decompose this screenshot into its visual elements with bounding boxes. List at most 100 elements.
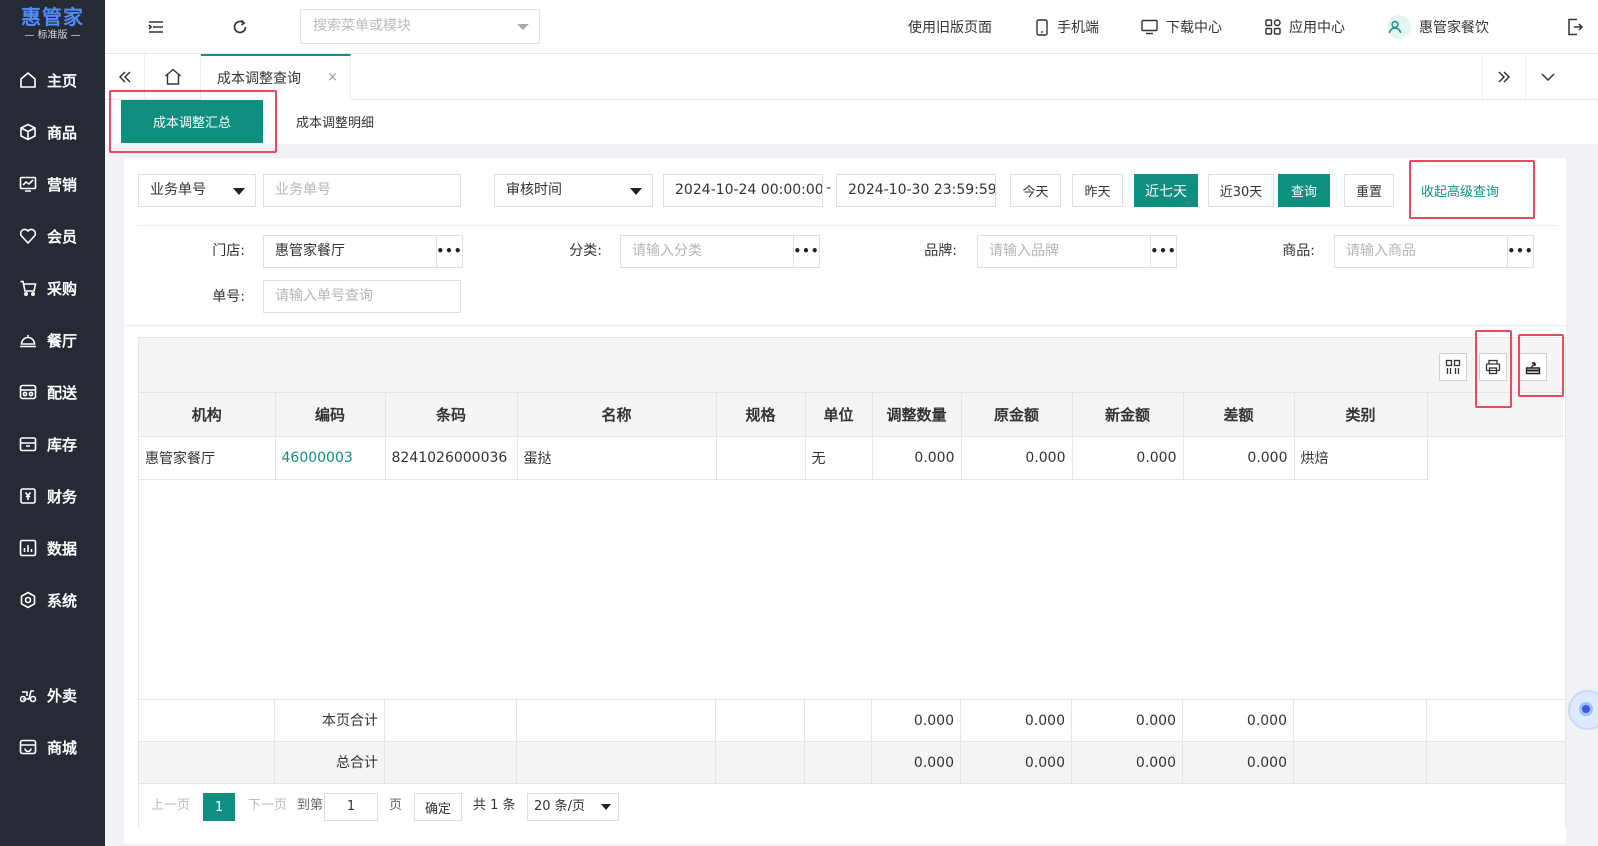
last-seven-days-button[interactable]: 近七天 [1134,174,1198,207]
export-button[interactable] [1519,353,1547,381]
reset-button[interactable]: 重置 [1344,174,1394,207]
tabs-scroll-right-button[interactable] [1482,54,1524,99]
col-header-new-amount[interactable]: 新金额 [1072,393,1184,437]
today-button[interactable]: 今天 [1010,174,1061,207]
last-thirty-days-button[interactable]: 近30天 [1208,174,1274,207]
start-date-input[interactable]: 2024-10-24 00:00:00 [663,174,823,207]
store-picker-button[interactable]: ••• [436,236,462,267]
logo-edition: — 标准版 — [24,30,81,41]
col-header-qty[interactable]: 调整数量 [872,393,962,437]
goto-page-input[interactable]: 1 [324,793,378,821]
col-header-code[interactable]: 编码 [275,393,386,437]
app-logo[interactable]: 惠管家 — 标准版 — [0,0,105,46]
cube-icon [18,122,38,142]
sidebar-item-inventory[interactable]: 库存 [0,426,105,462]
sidebar-item-mall[interactable]: 商城 [0,729,105,765]
menu-toggle-icon[interactable] [146,17,166,37]
category-picker-button[interactable]: ••• [793,236,819,267]
page-unit-label: 页 [389,798,403,813]
col-header-unit[interactable]: 单位 [805,393,873,437]
sidebar-item-takeout[interactable]: 外卖 [0,677,105,713]
page-1-button[interactable]: 1 [203,793,235,821]
tabs-dropdown-button[interactable] [1525,54,1569,99]
brand-picker-button[interactable]: ••• [1150,236,1176,267]
store-input[interactable]: 惠管家餐厅 ••• [263,235,463,268]
sidebar-item-finance[interactable]: 财务 [0,478,105,514]
subtab-summary[interactable]: 成本调整汇总 [121,100,263,143]
product-input[interactable]: 请输入商品 ••• [1334,235,1534,268]
col-header-name[interactable]: 名称 [517,393,717,437]
sidebar-item-marketing[interactable]: 营销 [0,166,105,202]
avatar [1387,15,1411,39]
yesterday-button[interactable]: 昨天 [1072,174,1123,207]
category-input[interactable]: 请输入分类 ••• [620,235,820,268]
close-icon[interactable]: × [327,70,338,85]
cell-qty: 0.000 [872,436,962,480]
col-header-diff[interactable]: 差额 [1183,393,1295,437]
download-center-link[interactable]: 下载中心 [1141,17,1222,37]
col-header-org[interactable]: 机构 [139,393,276,437]
store-label: 门店: [212,243,245,259]
time-type-select[interactable]: 审核时间 [494,174,653,207]
sidebar-item-members[interactable]: 会员 [0,218,105,254]
page-size-select[interactable]: 20 条/页 [527,793,619,821]
bill-number-input[interactable]: 业务单号 [263,174,461,207]
tab-cost-adjust-query[interactable]: 成本调整查询 × [201,54,351,100]
next-page-button[interactable]: 下一页 [248,784,287,828]
query-button[interactable]: 查询 [1278,174,1330,207]
tabs-scroll-left-button[interactable] [105,54,145,99]
goto-confirm-button[interactable]: 确定 [414,793,462,821]
menu-search-input[interactable]: 搜索菜单或模块 [300,9,540,44]
sidebar-item-label: 主页 [47,71,78,90]
col-header-old-amount[interactable]: 原金额 [961,393,1073,437]
caret-down-icon [630,188,642,195]
apps-label: 应用中心 [1289,20,1345,36]
sidebar-item-purchase[interactable]: 采购 [0,270,105,306]
bill-type-select[interactable]: 业务单号 [138,174,256,207]
sidebar-item-data[interactable]: 数据 [0,530,105,566]
sum-empty-cell [517,700,716,742]
refresh-icon[interactable] [230,17,250,37]
grand-total-row: 总合计 0.000 0.000 0.000 0.000 [139,741,1565,784]
chevron-down-icon [1540,72,1555,81]
sidebar-item-home[interactable]: 主页 [0,62,105,98]
old-page-link[interactable]: 使用旧版页面 [908,17,992,37]
app-center-link[interactable]: 应用中心 [1265,17,1345,37]
home-tab[interactable] [145,54,201,99]
collapse-advanced-query-link[interactable]: 收起高级查询 [1421,181,1499,200]
subtab-detail[interactable]: 成本调整明细 [280,100,390,143]
cell-code-link[interactable]: 46000003 [275,436,386,480]
user-icon [1388,20,1402,34]
filter-divider [137,225,1557,226]
sidebar-item-restaurant[interactable]: 餐厅 [0,322,105,358]
table-row[interactable]: 惠管家餐厅 46000003 8241026000036 蛋挞 无 0.000 … [139,436,1563,480]
sidebar-item-system[interactable]: 系统 [0,582,105,618]
column-settings-button[interactable] [1439,353,1467,381]
total-count: 共 1 条 [473,798,516,813]
logout-icon[interactable] [1565,17,1585,37]
scooter-icon [18,685,38,705]
brand-input[interactable]: 请输入品牌 ••• [977,235,1177,268]
mobile-link[interactable]: 手机端 [1035,17,1099,37]
end-date-input[interactable]: 2024-10-30 23:59:59 [836,174,996,207]
sidebar-item-label: 系统 [47,591,78,610]
cost-adjust-table: 机构 编码 条码 名称 规格 单位 调整数量 原金额 新金额 差额 类别 惠管家… [139,393,1563,480]
mobile-label: 手机端 [1057,20,1099,36]
grand-total-label: 总合计 [275,742,385,784]
page-total-row: 本页合计 0.000 0.000 0.000 0.000 [139,699,1565,742]
page-total-new-amount: 0.000 [1072,700,1183,742]
col-header-category[interactable]: 类别 [1294,393,1428,437]
col-header-spec[interactable]: 规格 [716,393,806,437]
print-button[interactable] [1479,353,1507,381]
sidebar-item-products[interactable]: 商品 [0,114,105,150]
page-total-qty: 0.000 [872,700,961,742]
sidebar-item-delivery[interactable]: 配送 [0,374,105,410]
sidebar-item-label: 外卖 [47,686,78,705]
col-header-barcode[interactable]: 条码 [385,393,518,437]
prev-page-button[interactable]: 上一页 [151,784,190,828]
user-menu[interactable]: 惠管家餐饮 [1387,15,1489,39]
assistant-float-button[interactable] [1568,690,1598,730]
bill-no-input[interactable]: 请输入单号查询 [263,280,461,313]
product-picker-button[interactable]: ••• [1507,236,1533,267]
sidebar: 惠管家 — 标准版 — 主页 商品 营销 会员 采购 餐厅 配送 库存 财务 数… [0,0,105,846]
